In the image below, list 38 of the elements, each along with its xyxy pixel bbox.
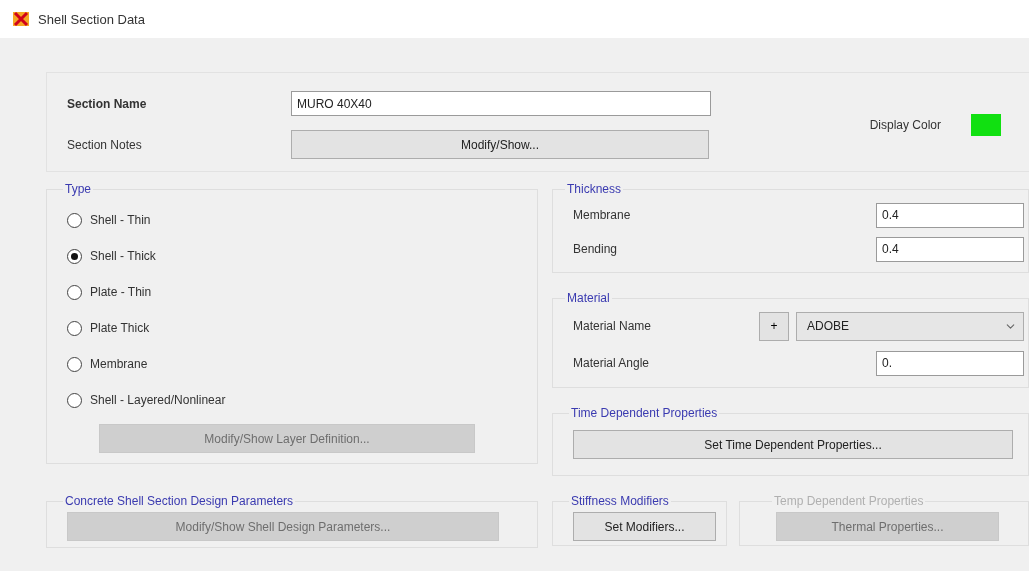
radio-label: Shell - Layered/Nonlinear xyxy=(90,393,226,407)
thickness-field[interactable]: 0.4 xyxy=(876,236,1024,262)
radio-button[interactable] xyxy=(67,356,82,372)
radio-button[interactable] xyxy=(67,392,82,408)
temp-group-title: Temp Dependent Properties xyxy=(773,494,925,508)
field-label: Bending xyxy=(573,242,618,256)
material-angle-label: Material Angle xyxy=(573,356,650,370)
radio-label: Shell - Thin xyxy=(90,213,151,227)
field-label: Membrane xyxy=(573,208,631,222)
modify-show-button[interactable]: Modify/Show... xyxy=(291,130,709,159)
concrete-group-title: Concrete Shell Section Design Parameters xyxy=(64,494,295,508)
app-icon xyxy=(12,11,30,27)
radio-label: Membrane xyxy=(90,357,148,371)
color-swatch[interactable] xyxy=(971,114,1001,136)
thickness-group-title: Thickness xyxy=(566,182,623,196)
section-name-field[interactable]: MURO 40X40 xyxy=(291,91,711,116)
time-dependent-group-title: Time Dependent Properties xyxy=(570,406,719,420)
time-dependent-button[interactable]: Set Time Dependent Properties... xyxy=(573,430,1013,459)
section-notes-label: Section Notes xyxy=(67,137,143,152)
radio-button[interactable] xyxy=(67,212,82,228)
thickness-field[interactable]: 0.4 xyxy=(876,202,1024,228)
display-color-label: Display Color xyxy=(869,118,941,132)
radio-label: Plate - Thin xyxy=(90,285,152,299)
radio-label: Shell - Thick xyxy=(90,249,156,263)
section-name-label: Section Name xyxy=(67,96,148,111)
material-group-title: Material xyxy=(566,291,611,305)
set-modifiers-button[interactable]: Set Modifiers... xyxy=(573,512,716,541)
radio-button[interactable] xyxy=(67,248,82,264)
material-angle-field[interactable]: 0. xyxy=(876,350,1024,376)
radio-label: Plate Thick xyxy=(90,321,150,335)
add-material-button[interactable]: + xyxy=(759,311,789,341)
material-dropdown[interactable]: ADOBE xyxy=(796,311,1024,341)
material-name-label: Material Name xyxy=(573,319,652,333)
type-group-title: Type xyxy=(64,182,92,196)
stiffness-group-title: Stiffness Modifiers xyxy=(570,494,670,508)
window-title: Shell Section Data xyxy=(38,11,145,27)
radio-button[interactable] xyxy=(67,284,82,300)
radio-button[interactable] xyxy=(67,320,82,336)
